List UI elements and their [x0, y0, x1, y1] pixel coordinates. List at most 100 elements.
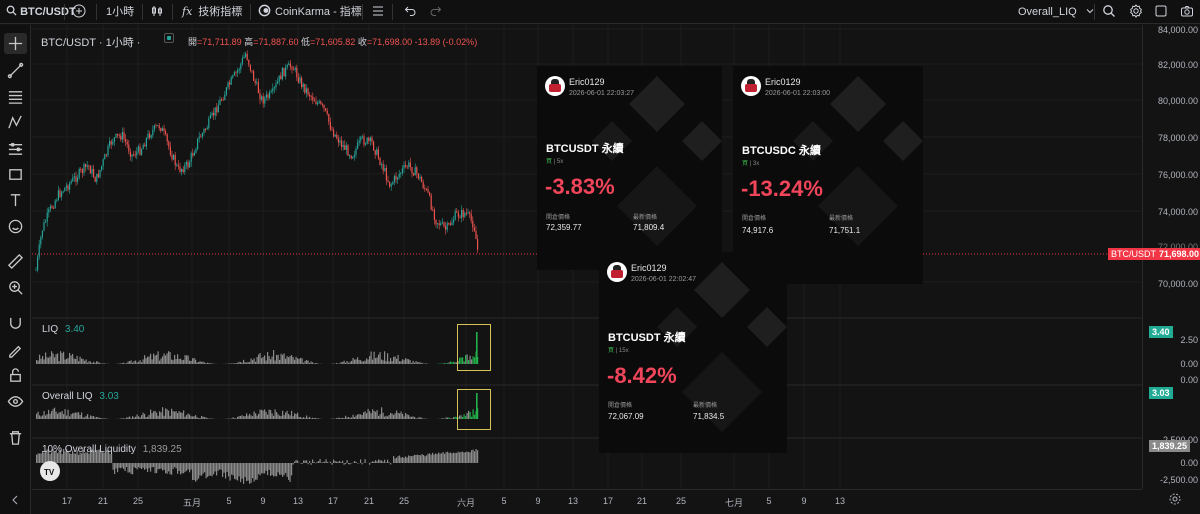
price-tick: 76,000.00	[1157, 170, 1198, 180]
overall-liq-value: 3.03	[99, 391, 119, 402]
search-icon	[1103, 5, 1115, 17]
time-tick: 13	[567, 496, 579, 506]
time-tick: 17	[327, 496, 339, 506]
undo-button[interactable]	[404, 0, 416, 24]
open-value: =71,711.89	[197, 37, 242, 47]
last-price-value: 71,809.4	[633, 223, 665, 232]
tv-logo-icon: TV	[44, 468, 55, 477]
time-tick: 25	[398, 496, 410, 506]
time-axis[interactable]: 17 21 25 五月 5 9 13 17 21 25 六月 5 9 13 17 21 25 七月 5 9 13	[32, 489, 1142, 514]
pnl-percent: -13.24%	[741, 176, 823, 201]
timestamp: 2026-06-01 22:03:00	[765, 90, 830, 97]
object-tree-button[interactable]	[372, 0, 384, 24]
projection-tool[interactable]	[4, 138, 27, 159]
fib-lines-icon	[8, 91, 23, 104]
compare-add-button[interactable]	[72, 0, 86, 24]
tradingview-logo[interactable]: TV	[40, 461, 60, 481]
chart-type-button[interactable]	[150, 0, 164, 24]
price-tick: 80,000.00	[1157, 96, 1198, 106]
username: Eric0129	[569, 77, 605, 87]
username: Eric0129	[631, 263, 667, 273]
top-toolbar: BTC/USDT 1小時 fx 技術指標 CoinKarma - 指標 Over…	[0, 0, 1200, 24]
collapse-button[interactable]	[2, 490, 28, 510]
lock-drawing-tool[interactable]	[4, 339, 27, 360]
fib-tool[interactable]	[4, 86, 27, 107]
axis-settings-button[interactable]	[1168, 492, 1182, 511]
time-tick: 9	[801, 496, 807, 506]
entry-price-label: 開倉價格	[608, 403, 633, 409]
text-tool[interactable]	[4, 190, 27, 211]
shape-tool[interactable]	[4, 164, 27, 185]
emoji-tool[interactable]	[4, 216, 27, 237]
zoom-in-icon	[9, 281, 23, 295]
entry-price-value: 74,917.6	[742, 226, 774, 235]
fullscreen-button[interactable]	[1154, 0, 1168, 24]
low-value: =71,605.82	[310, 37, 356, 47]
ruler-icon	[7, 253, 24, 270]
time-tick: 5	[501, 496, 507, 506]
timestamp: 2026-06-01 22:03:27	[569, 90, 634, 97]
quick-search-button[interactable]	[1102, 0, 1116, 24]
last-price-value: 71,834.5	[693, 412, 725, 421]
pattern-tool[interactable]	[4, 112, 27, 133]
lock-tool[interactable]	[4, 365, 27, 386]
time-tick: 5	[766, 496, 772, 506]
trend-line-tool[interactable]	[4, 60, 27, 81]
zoom-in-tool[interactable]	[4, 277, 27, 298]
liquidity-value: 1,839.25	[142, 444, 182, 455]
main-legend: BTC/USDT · 1小時 ·	[41, 34, 140, 50]
open-label: 開	[188, 37, 198, 47]
side-label: 買	[546, 159, 553, 165]
redo-button[interactable]	[430, 0, 442, 24]
script-button[interactable]: CoinKarma - 指標	[258, 0, 362, 24]
visibility-tool[interactable]	[4, 391, 27, 412]
redo-icon	[430, 6, 442, 16]
layout-button[interactable]: Overall_LIQ	[1018, 0, 1094, 24]
liq-value: 3.40	[64, 324, 85, 335]
time-tick: 17	[61, 496, 73, 506]
price-tick: 78,000.00	[1157, 133, 1198, 143]
crosshair-tool[interactable]	[4, 33, 27, 54]
pnl-card[interactable]: Eric0129 2026-06-01 22:03:27 BTCUSDT 永續買 |…	[537, 66, 722, 270]
entry-price-label: 開倉價格	[546, 215, 571, 221]
interval-button[interactable]: 1小時	[106, 0, 134, 24]
remove-drawings-tool[interactable]	[4, 427, 27, 448]
pnl-percent: -3.83%	[545, 174, 615, 199]
avatar	[741, 76, 761, 96]
pnl-card[interactable]: Eric0129 2026-06-01 22:02:47 BTCUSDT 永續買 |…	[599, 252, 787, 453]
gear-icon	[1169, 493, 1181, 505]
time-tick: 21	[363, 496, 375, 506]
settings-button[interactable]	[1129, 0, 1143, 24]
avatar	[607, 262, 627, 282]
side-label: 買	[608, 348, 615, 354]
time-tick: 5	[226, 496, 232, 506]
magnet-tool[interactable]	[4, 313, 27, 334]
legend-dot-icon	[167, 36, 171, 40]
crosshair-icon	[8, 36, 23, 51]
camera-icon	[1181, 6, 1193, 17]
magnet-icon	[10, 317, 21, 329]
price-tick: 82,000.00	[1157, 60, 1198, 70]
side-leverage: 買 | 3x	[742, 161, 760, 167]
pattern-icon	[8, 115, 22, 129]
legend-toggle[interactable]	[164, 33, 174, 43]
drawing-toolbar	[0, 25, 31, 514]
avatar	[545, 76, 565, 96]
side-label: 買	[742, 161, 749, 167]
liq-value-badge: 3.40	[1149, 326, 1173, 338]
rectangle-icon	[9, 169, 22, 180]
trend-line-icon	[7, 62, 24, 79]
time-tick: 七月	[724, 498, 744, 508]
eye-icon	[7, 396, 24, 407]
measure-tool[interactable]	[4, 251, 27, 272]
snapshot-button[interactable]	[1180, 0, 1194, 24]
last-price-label: 最新價格	[633, 215, 658, 221]
indicators-label: 技術指標	[198, 6, 243, 18]
indicators-button[interactable]: fx 技術指標	[182, 0, 242, 24]
last-price-label: 最新價格	[693, 403, 718, 409]
symbol-search-button[interactable]: BTC/USDT	[6, 0, 76, 24]
smiley-icon	[8, 219, 23, 234]
username: Eric0129	[765, 77, 801, 87]
time-tick: 9	[535, 496, 541, 506]
time-tick: 25	[132, 496, 144, 506]
